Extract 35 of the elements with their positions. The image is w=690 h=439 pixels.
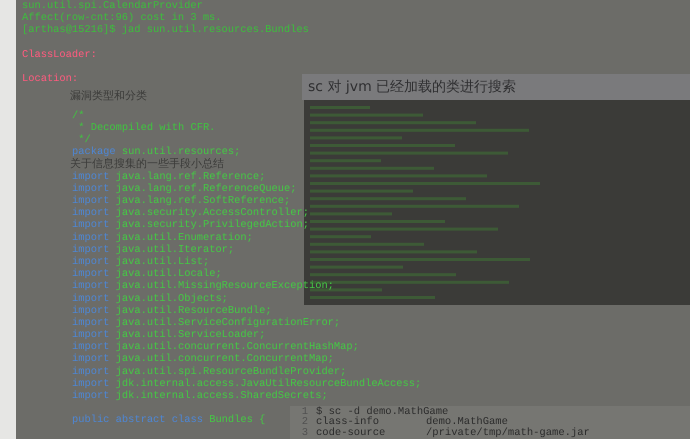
output-label: ClassLoader: [22,48,97,61]
code-line: import java.lang.ref.Reference; [72,170,266,183]
code-line: import java.util.ResourceBundle; [72,304,272,317]
code-text: /private/tmp/math-game.jar [426,428,590,438]
code-text: class-info [316,417,380,428]
code-text: code-source [316,428,386,438]
code-line: import java.util.Locale; [72,268,222,280]
code-text: $ sc -d demo.MathGame [316,406,448,417]
code-comment: /* [72,110,84,122]
code-line: public abstract class Bundles { [72,414,266,426]
code-line: import java.security.AccessController; [72,207,309,220]
code-line: import jdk.internal.access.JavaUtilResourceBundleAccess; [72,378,422,390]
code-line: import java.util.concurrent.ConcurrentHashMap; [72,341,359,354]
terminal-output: [arthas@15216]$ jad sun.util.resources.Bundles [22,24,309,36]
code-line: import jdk.internal.access.SharedSecrets; [72,390,328,402]
code-line: import java.lang.ref.SoftReference; [72,195,290,207]
code-line: import java.util.Iterator; [72,244,234,256]
code-line: import java.util.Enumeration; [72,232,253,244]
code-line: import java.security.PrivilegedAction; [72,219,309,232]
code-line: import java.lang.ref.ReferenceQueue; [72,182,296,195]
code-line: import java.util.List; [72,256,210,268]
code-line: import java.util.MissingResourceException; [72,280,334,292]
code-comment: * Decompiled with CFR. [77,122,216,134]
code-text: demo.MathGame [426,417,508,428]
code-comment: */ [77,134,91,146]
code-line: import java.util.Objects; [72,292,228,304]
code-line: import java.util.ServiceLoader; [72,329,266,342]
terminal-output: Affect(row-cnt:96) cost in 3 ms. [22,12,222,24]
code-line: package sun.util.resources; [72,146,240,158]
output-label: Location: [22,73,78,86]
code-line: import java.util.spi.ResourceBundleProvider; [72,366,346,378]
terminal-output: sun.util.spi.CalendarProvider [22,0,203,12]
code-line: import java.util.ServiceConfigurationError; [72,316,340,329]
screenshot-title: sc 对 jvm 已经加载的类进行搜索 [302,74,690,100]
code-line: import java.util.concurrent.ConcurrentMap; [72,353,334,366]
